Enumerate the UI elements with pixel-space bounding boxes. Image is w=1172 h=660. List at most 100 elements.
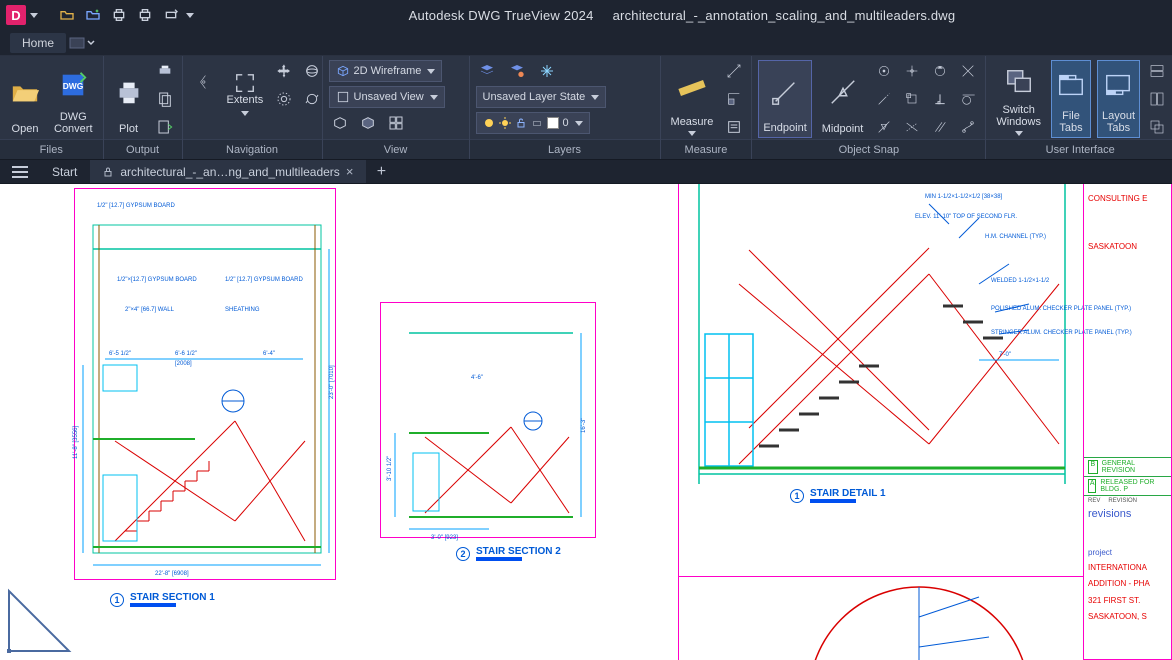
distance-button[interactable] xyxy=(723,60,745,82)
layout-tabs-toggle[interactable]: Layout Tabs xyxy=(1097,60,1140,138)
panel-layers: Unsaved Layer State 0 Layers xyxy=(470,56,661,159)
nav-back-button[interactable] xyxy=(189,60,217,104)
tab-current-file[interactable]: architectural_-_an…ng_and_multileaders × xyxy=(90,160,366,183)
layer-isolate-button[interactable] xyxy=(506,60,528,82)
sun-icon xyxy=(499,117,511,129)
osnap-insertion-button[interactable] xyxy=(901,88,923,110)
batch-plot-icon[interactable] xyxy=(134,4,156,26)
plot-label: Plot xyxy=(119,123,138,136)
tb-rev-b-letter: B xyxy=(1088,460,1098,474)
view-manager-button[interactable] xyxy=(329,112,351,134)
visual-style-dropdown[interactable]: 2D Wireframe xyxy=(329,60,443,82)
lightbulb-on-icon xyxy=(483,117,495,129)
batch-standards-icon[interactable] xyxy=(82,4,104,26)
ucs-icon xyxy=(4,586,74,656)
file-tabs-label: File Tabs xyxy=(1056,110,1086,135)
tab-file-label: architectural_-_an…ng_and_multileaders xyxy=(120,165,339,179)
svg-text:3'-10 1/2": 3'-10 1/2" xyxy=(387,456,393,481)
publish-icon[interactable] xyxy=(160,4,182,26)
export-button[interactable] xyxy=(154,116,176,138)
tile-vertical-button[interactable] xyxy=(1146,88,1168,110)
osnap-apparent-button[interactable] xyxy=(901,116,923,138)
svg-text:6'-4": 6'-4" xyxy=(263,351,275,357)
layer-state-dropdown[interactable]: Unsaved Layer State xyxy=(476,86,607,108)
tab-close-button[interactable]: × xyxy=(346,164,354,179)
osnap-midpoint-button[interactable]: Midpoint xyxy=(818,60,868,138)
plot-icon[interactable] xyxy=(108,4,130,26)
osnap-endpoint-button[interactable]: Endpoint xyxy=(758,60,811,138)
panel-files-title: Files xyxy=(0,139,103,159)
measure-button[interactable]: Measure xyxy=(667,60,718,138)
switch-windows-button[interactable]: Switch Windows xyxy=(992,60,1045,138)
list-button[interactable] xyxy=(723,116,745,138)
svg-text:H.M. CHANNEL (TYP.): H.M. CHANNEL (TYP.) xyxy=(985,234,1046,240)
page-setup-button[interactable] xyxy=(154,88,176,110)
plot-button[interactable]: Plot xyxy=(110,60,148,138)
file-name-label: architectural_-_annotation_scaling_and_m… xyxy=(613,8,956,23)
measure-caret[interactable] xyxy=(688,131,696,136)
tile-horizontal-button[interactable] xyxy=(1146,60,1168,82)
osnap-extension-button[interactable] xyxy=(873,88,895,110)
visual-style-value: 2D Wireframe xyxy=(354,65,422,77)
file-tabs-toggle[interactable]: File Tabs xyxy=(1051,60,1091,138)
panel-visibility-dropdown[interactable] xyxy=(74,35,90,51)
named-view-caret xyxy=(430,95,438,100)
svg-text:1/2" [12.7] GYPSUM BOARD: 1/2" [12.7] GYPSUM BOARD xyxy=(225,277,303,283)
drawings-menu-button[interactable] xyxy=(0,160,40,183)
panel-view-title: View xyxy=(323,139,469,159)
osnap-intersection-button[interactable] xyxy=(957,60,979,82)
panel-navigation: Extents Navigation xyxy=(183,56,323,159)
batch-plot-button[interactable] xyxy=(154,60,176,82)
cascade-button[interactable] xyxy=(1146,116,1168,138)
tb-rev-hdr-rev: REV xyxy=(1088,498,1100,504)
sheet2-number: 2 xyxy=(456,547,470,561)
viewport-config-button[interactable] xyxy=(357,112,379,134)
osnap-parallel-button[interactable] xyxy=(929,116,951,138)
panel-output-title: Output xyxy=(104,139,182,159)
panel-osnap-title: Object Snap xyxy=(752,139,985,159)
svg-text:23'-0" [7010]: 23'-0" [7010] xyxy=(329,365,335,399)
svg-text:6'-5 1/2": 6'-5 1/2" xyxy=(109,351,131,357)
layer-freeze-button[interactable] xyxy=(536,60,558,82)
tab-start[interactable]: Start xyxy=(40,160,90,183)
tb-project-label: project xyxy=(1084,546,1171,559)
orbit-free-button[interactable] xyxy=(273,88,295,110)
app-menu-caret[interactable] xyxy=(30,13,38,18)
panel-ui: Switch Windows File Tabs Layout Tabs xyxy=(986,56,1172,159)
cube-wire-icon xyxy=(336,64,350,78)
qat-overflow-caret[interactable] xyxy=(186,13,194,18)
extents-label: Extents xyxy=(227,94,264,107)
drawing-canvas[interactable]: 1/2" [12.7] GYPSUM BOARD 1/2"×[12.7] GYP… xyxy=(0,184,1172,660)
zoom-extents-button[interactable]: Extents xyxy=(223,70,268,118)
osnap-none-button[interactable] xyxy=(957,116,979,138)
layer-dropdown[interactable]: 0 xyxy=(476,112,590,134)
area-button[interactable] xyxy=(723,88,745,110)
open-icon[interactable] xyxy=(56,4,78,26)
new-tab-button[interactable]: + xyxy=(366,160,396,183)
dwg-convert-button[interactable]: DWG DWG Convert xyxy=(50,60,97,138)
viewport-new-button[interactable] xyxy=(385,112,407,134)
layer-off-button[interactable] xyxy=(476,60,498,82)
sheet1-number: 1 xyxy=(110,593,124,607)
osnap-node-button[interactable] xyxy=(901,60,923,82)
panel-files: Open DWG DWG Convert Files xyxy=(0,56,104,159)
osnap-quadrant-button[interactable] xyxy=(929,60,951,82)
orbit-button[interactable] xyxy=(301,60,323,82)
osnap-perpendicular-button[interactable] xyxy=(929,88,951,110)
osnap-nearest-button[interactable] xyxy=(873,116,895,138)
title-bar: D Autodesk DWG TrueView 2024 architectur… xyxy=(0,0,1172,30)
osnap-center-button[interactable] xyxy=(873,60,895,82)
endpoint-icon xyxy=(770,77,800,107)
pan-button[interactable] xyxy=(273,60,295,82)
osnap-tangent-button[interactable] xyxy=(957,88,979,110)
extents-caret[interactable] xyxy=(241,111,249,116)
switch-windows-caret[interactable] xyxy=(1015,131,1023,136)
tab-start-label: Start xyxy=(52,165,77,179)
svg-text:3'-0" [923]: 3'-0" [923] xyxy=(431,535,458,541)
lock-icon xyxy=(102,166,114,178)
svg-text:16'-3": 16'-3" xyxy=(581,418,587,433)
open-button[interactable]: Open xyxy=(6,60,44,138)
tab-home[interactable]: Home xyxy=(10,33,66,53)
orbit-continuous-button[interactable] xyxy=(301,88,323,110)
named-view-dropdown[interactable]: Unsaved View xyxy=(329,86,445,108)
